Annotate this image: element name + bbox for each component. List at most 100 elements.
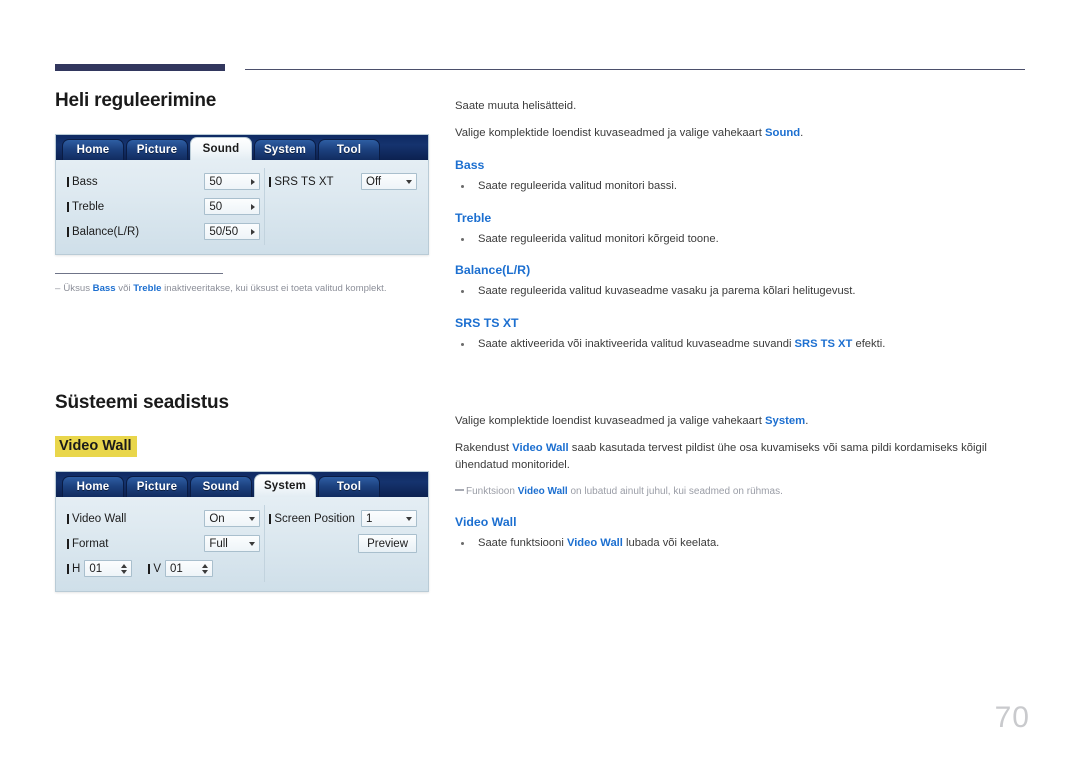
sound-intro-2-pre: Valige komplektide loendist kuvaseadmed … [455, 126, 766, 139]
tab-sound[interactable]: Sound [190, 476, 252, 498]
tab-sound[interactable]: Sound [190, 137, 252, 160]
osd-pane-right-system: Screen Position 1 Preview [265, 505, 421, 582]
header-divider-line [245, 69, 1025, 70]
tab-picture[interactable]: Picture [126, 476, 188, 498]
footnote-dash: – [55, 283, 61, 294]
footnote-sound: – Üksus Bass või Treble inaktiveeritakse,… [55, 282, 435, 296]
bullet-dot-icon [461, 290, 464, 294]
left-column: Heli reguleerimine Home Picture Sound Sy… [55, 90, 435, 593]
osd-spinner-h[interactable]: 01 [84, 560, 133, 578]
system-intro-1-post: . [805, 415, 809, 428]
arrow-down-icon [121, 569, 128, 574]
bullet-balance: Saate reguleerida valitud kuvaseadme vas… [455, 283, 1030, 300]
osd-field-h[interactable]: H 01 [67, 560, 133, 578]
osd-dropdown-screen-position[interactable]: 1 [361, 510, 417, 528]
system-intro-1-pre: Valige komplektide loendist kuvaseadmed … [455, 415, 766, 428]
osd-dropdown-video-wall[interactable]: On [204, 510, 261, 528]
sound-intro-1: Saate muuta helisätteid. [455, 100, 577, 112]
link-system-tab: System [765, 415, 806, 428]
spinner-arrows-icon [201, 563, 208, 574]
bullet-dot-icon [461, 343, 464, 347]
osd-value-h: 01 [89, 562, 103, 575]
osd-row-preview[interactable]: Preview [269, 532, 417, 555]
osd-field-v[interactable]: V 01 [148, 560, 213, 578]
item-head-srs-ts-xt: SRS TS XT [455, 316, 519, 331]
osd-stepper-treble[interactable]: 50 [204, 198, 261, 215]
bullet-text-video-wall: Saate funktsiooni Video Wall lubada või … [478, 535, 719, 552]
osd-value-video-wall: On [209, 512, 225, 525]
tab-home[interactable]: Home [62, 476, 124, 498]
chevron-down-icon [406, 516, 412, 521]
link-video-wall-2: Video Wall [517, 485, 568, 497]
osd-label-h: H [67, 563, 80, 575]
chevron-down-icon [406, 179, 412, 184]
tab-picture[interactable]: Picture [126, 139, 188, 160]
osd-panel-system[interactable]: Home Picture Sound System Tool Video Wal… [55, 471, 429, 593]
osd-row-treble[interactable]: Treble 50 [67, 195, 261, 218]
section-title-system: Süsteemi seadistus [55, 392, 229, 414]
bullet-vw-post: lubada või keelata. [622, 536, 720, 549]
bullet-srs-ts-xt: Saate aktiveerida või inaktiveerida vali… [455, 336, 1030, 353]
bullet-text-balance: Saate reguleerida valitud kuvaseadme vas… [478, 285, 856, 298]
bullet-srs-pre: Saate aktiveerida või inaktiveerida vali… [478, 338, 795, 351]
header-accent-bar [55, 64, 225, 71]
arrow-right-icon [251, 228, 256, 235]
system-note-post: on lubatud ainult juhul, kui seadmed on … [567, 485, 783, 497]
osd-value-treble: 50 [209, 200, 223, 213]
osd-row-format[interactable]: Format Full [67, 532, 261, 555]
bullet-treble: Saate reguleerida valitud monitori kõrge… [455, 231, 1030, 248]
sound-intro-2-post: . [800, 126, 804, 139]
bullet-text-srs-ts-xt: Saate aktiveerida või inaktiveerida vali… [478, 336, 885, 353]
tab-system[interactable]: System [254, 474, 316, 498]
tab-tool[interactable]: Tool [318, 139, 380, 160]
system-intro-2: Rakendust Video Wall saab kasutada terve… [455, 440, 1030, 474]
osd-value-srs-ts-xt: Off [366, 175, 382, 188]
osd-value-balance: 50/50 [209, 225, 239, 238]
arrow-right-icon [251, 203, 256, 210]
bullet-srs-post: efekti. [852, 338, 886, 351]
preview-button[interactable]: Preview [358, 534, 417, 554]
osd-row-video-wall[interactable]: Video Wall On [67, 507, 261, 530]
osd-tabbar-sound: Home Picture Sound System Tool [56, 135, 428, 160]
osd-row-hv[interactable]: H 01 V 01 [67, 557, 260, 580]
bullet-vw-pre: Saate funktsiooni [478, 536, 567, 549]
osd-panel-sound[interactable]: Home Picture Sound System Tool Bass 50 T… [55, 134, 429, 255]
osd-dropdown-format[interactable]: Full [204, 535, 261, 553]
right-column-gap [455, 357, 1030, 413]
osd-spinner-v[interactable]: 01 [164, 560, 213, 578]
osd-row-bass[interactable]: Bass 50 [67, 170, 261, 193]
bullet-text-treble: Saate reguleerida valitud monitori kõrge… [478, 232, 719, 245]
osd-value-v: 01 [169, 562, 183, 575]
osd-dropdown-srs-ts-xt[interactable]: Off [361, 173, 417, 190]
bullet-dot-icon [461, 184, 464, 188]
bullet-text-bass: Saate reguleerida valitud monitori bassi… [478, 179, 677, 192]
item-head-bass: Bass [455, 157, 485, 172]
osd-pane-left-sound: Bass 50 Treble 50 Balance(L/R) 50/50 [63, 168, 266, 245]
osd-stepper-bass[interactable]: 50 [204, 173, 261, 190]
osd-label-format: Format [67, 538, 108, 550]
bullet-dot-icon [461, 237, 464, 241]
item-head-video-wall: Video Wall [455, 514, 517, 529]
page-header-rules [0, 0, 1080, 80]
arrow-right-icon [251, 178, 256, 185]
osd-row-balance[interactable]: Balance(L/R) 50/50 [67, 220, 261, 243]
osd-body-system: Video Wall On Format Full H 01 V 01 Scre… [56, 497, 428, 591]
osd-stepper-balance[interactable]: 50/50 [204, 223, 261, 240]
sound-intro-2: Valige komplektide loendist kuvaseadmed … [455, 125, 1030, 142]
osd-row-srs-ts-xt[interactable]: SRS TS XT Off [269, 170, 417, 193]
osd-label-treble: Treble [67, 201, 104, 213]
osd-row-screen-position[interactable]: Screen Position 1 [269, 507, 417, 530]
tab-tool[interactable]: Tool [318, 476, 380, 498]
item-head-balance: Balance(L/R) [455, 263, 531, 278]
osd-pane-left-system: Video Wall On Format Full H 01 V 01 [63, 505, 266, 583]
arrow-up-icon [201, 563, 208, 568]
arrow-up-icon [121, 563, 128, 568]
osd-tabbar-system: Home Picture Sound System Tool [56, 472, 428, 498]
tab-home[interactable]: Home [62, 139, 124, 160]
note-dash-icon [455, 489, 464, 492]
osd-label-v: V [148, 563, 161, 575]
tab-system[interactable]: System [254, 139, 316, 160]
system-intro-1: Valige komplektide loendist kuvaseadmed … [455, 413, 1030, 430]
link-sound-tab: Sound [765, 126, 801, 139]
